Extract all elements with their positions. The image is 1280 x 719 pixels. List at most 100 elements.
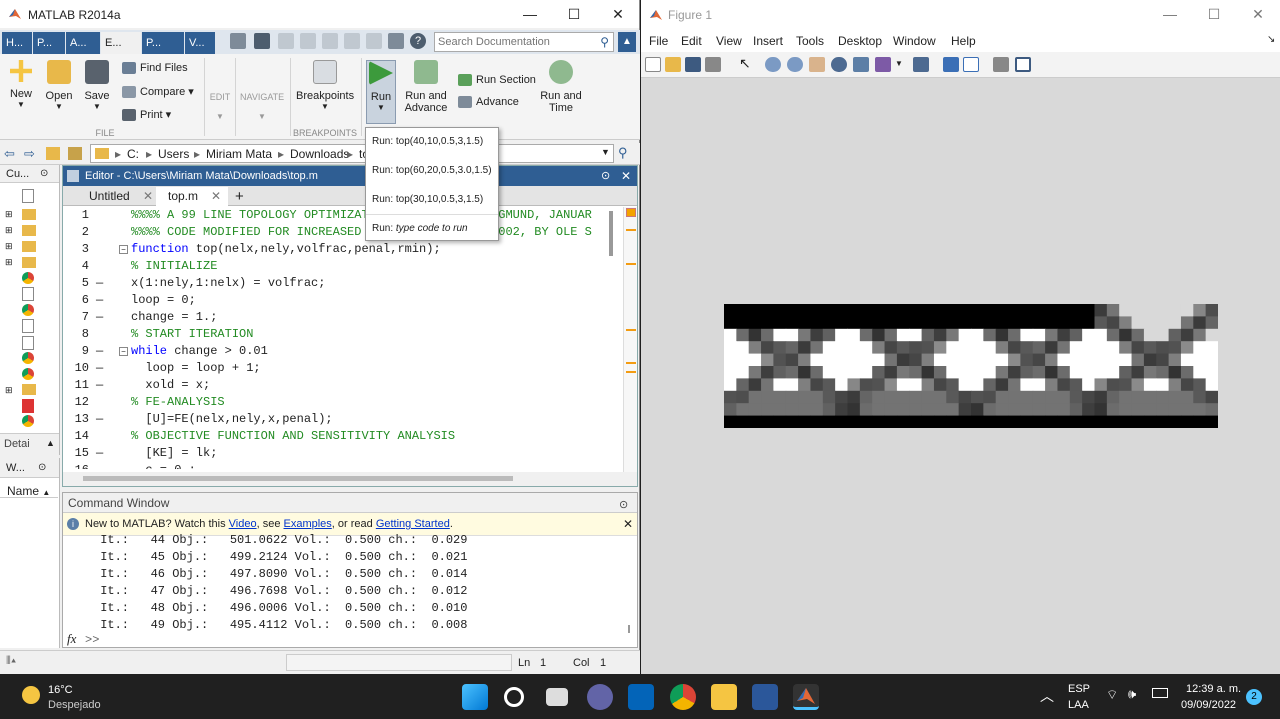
maximize-button[interactable]: ☐ xyxy=(1192,0,1236,28)
pdf-file-icon[interactable] xyxy=(22,399,34,413)
code-line[interactable]: 14 % OBJECTIVE FUNCTION AND SENSITIVITY A… xyxy=(63,429,623,446)
close-button[interactable]: ✕ xyxy=(596,0,640,28)
open-file-icon[interactable] xyxy=(665,57,681,72)
layout-icon[interactable] xyxy=(230,33,246,49)
compare-button[interactable]: Compare ▾ xyxy=(122,85,194,99)
menu-view[interactable]: View xyxy=(716,34,742,48)
tab-editor[interactable]: E... xyxy=(101,32,141,54)
pointer-icon[interactable]: ↖ xyxy=(739,55,751,72)
chrome-file-icon[interactable] xyxy=(22,272,34,284)
breakpoint-marker[interactable]: — xyxy=(96,378,103,392)
weather-temp[interactable]: 16°C xyxy=(48,684,73,696)
warning-marker[interactable] xyxy=(626,229,636,231)
code-fold-icon[interactable]: − xyxy=(119,245,128,254)
breakpoint-marker[interactable]: — xyxy=(96,293,103,307)
breakpoint-marker[interactable]: — xyxy=(96,276,103,290)
wifi-icon[interactable]: ⌔ xyxy=(1106,687,1118,703)
close-tab-icon[interactable]: ✕ xyxy=(211,187,221,206)
menu-window[interactable]: Window xyxy=(893,34,936,48)
help-icon[interactable]: ? xyxy=(410,33,426,49)
navigate-group[interactable]: NAVIGATE ▼ xyxy=(240,92,284,121)
new-button[interactable]: New ▼ xyxy=(6,60,36,109)
run-and-advance-button[interactable]: Run and Advance xyxy=(403,60,449,114)
name-column-header[interactable]: Name ▲ xyxy=(0,480,58,498)
menu-insert[interactable]: Insert xyxy=(753,34,783,48)
clock-date[interactable]: 09/09/2022 xyxy=(1181,699,1236,711)
matlab-taskbar-icon[interactable] xyxy=(793,684,819,710)
tab-plots[interactable]: P... xyxy=(33,32,65,54)
minimize-button[interactable]: — xyxy=(508,0,552,28)
clock-time[interactable]: 12:39 a. m. xyxy=(1186,683,1241,695)
run-menu-item[interactable]: Run: top(30,10,0.5,3,1.5) xyxy=(372,194,483,205)
path-box[interactable]: ▸ C: ▸ Users ▸ Miriam Mata ▸ Downloads ▸… xyxy=(90,144,614,163)
topology-result-image[interactable] xyxy=(724,304,1218,428)
redo-icon[interactable] xyxy=(366,33,382,49)
chrome-file-icon[interactable] xyxy=(22,352,34,364)
run-section-button[interactable]: Run Section xyxy=(458,74,536,87)
expand-icon[interactable]: ▲ xyxy=(46,438,55,448)
code-scrollbar[interactable] xyxy=(609,211,613,256)
edit-group[interactable]: EDIT ▼ xyxy=(208,92,232,121)
insert-legend-icon[interactable] xyxy=(963,57,979,72)
zoom-out-icon[interactable] xyxy=(787,57,803,72)
zoom-in-icon[interactable] xyxy=(765,57,781,72)
search-icon[interactable]: ⚲ xyxy=(600,35,609,49)
language-variant[interactable]: LAA xyxy=(1068,699,1089,711)
hide-plot-tools-icon[interactable] xyxy=(993,57,1009,72)
code-line[interactable]: 12 % FE-ANALYSIS xyxy=(63,395,623,412)
maximize-button[interactable]: ☐ xyxy=(552,0,596,28)
save-figure-icon[interactable] xyxy=(685,57,701,72)
word-icon[interactable] xyxy=(752,684,778,710)
start-icon[interactable] xyxy=(462,684,488,710)
weather-moon-icon[interactable] xyxy=(22,686,40,704)
file-icon[interactable] xyxy=(22,189,34,203)
show-plot-tools-icon[interactable] xyxy=(1015,57,1031,72)
chrome-icon[interactable] xyxy=(670,684,696,710)
code-line[interactable]: 1 %%%% A 99 LINE TOPOLOGY OPTIMIZATION CO… xyxy=(63,208,623,225)
path-segment[interactable]: Users xyxy=(158,147,189,161)
weather-desc[interactable]: Despejado xyxy=(48,699,101,711)
horizontal-scrollbar[interactable] xyxy=(63,472,637,486)
forward-icon[interactable]: ⇨ xyxy=(24,146,35,162)
paste-icon[interactable] xyxy=(322,33,338,49)
command-prompt[interactable]: >> xyxy=(85,633,99,647)
breakpoint-marker[interactable]: — xyxy=(96,361,103,375)
task-view-icon[interactable] xyxy=(546,688,568,706)
file-icon[interactable] xyxy=(22,336,34,350)
chrome-file-icon[interactable] xyxy=(22,304,34,316)
function-browser-icon[interactable]: fx xyxy=(67,631,76,647)
insert-colorbar-icon[interactable] xyxy=(943,57,959,72)
run-menu-item[interactable]: Run: top(40,10,0.5,3,1.5) xyxy=(372,136,483,147)
path-segment[interactable]: Downloads xyxy=(290,147,349,161)
print-figure-icon[interactable] xyxy=(705,57,721,72)
cmd-scrollbar[interactable] xyxy=(628,625,630,633)
open-button[interactable]: Open ▼ xyxy=(44,60,74,111)
search-folder-icon[interactable]: ⚲ xyxy=(618,145,628,161)
menu-tools[interactable]: Tools xyxy=(796,34,824,48)
status-grip-icon[interactable]: ⦀▴ xyxy=(6,655,16,668)
menu-desktop[interactable]: Desktop xyxy=(838,34,882,48)
code-line[interactable]: 16 — c = 0.; xyxy=(63,463,623,469)
run-button[interactable]: Run ▼ xyxy=(366,60,396,124)
browse-folder-icon[interactable] xyxy=(68,147,82,160)
close-banner-icon[interactable]: ✕ xyxy=(623,513,633,536)
folder-icon[interactable] xyxy=(22,257,36,268)
menu-help[interactable]: Help xyxy=(951,34,976,48)
panel-menu-icon[interactable]: ⊙ xyxy=(38,462,46,473)
examples-link[interactable]: Examples xyxy=(284,518,332,530)
undo-icon[interactable] xyxy=(344,33,360,49)
panel-menu-icon[interactable]: ⊙ xyxy=(601,166,610,186)
zip-folder-icon[interactable] xyxy=(22,384,36,395)
menu-edit[interactable]: Edit xyxy=(681,34,702,48)
back-icon[interactable]: ⇦ xyxy=(4,146,15,162)
copy-icon[interactable] xyxy=(300,33,316,49)
folder-icon[interactable] xyxy=(22,209,36,220)
run-and-time-button[interactable]: Run and Time xyxy=(538,60,584,114)
search-icon[interactable] xyxy=(504,687,524,707)
breakpoint-marker[interactable]: — xyxy=(96,310,103,324)
warning-marker[interactable] xyxy=(626,362,636,364)
save-icon[interactable] xyxy=(254,33,270,49)
code-area[interactable]: 1 %%%% A 99 LINE TOPOLOGY OPTIMIZATION CO… xyxy=(63,207,623,469)
notification-badge[interactable]: 2 xyxy=(1246,689,1262,705)
tab-view[interactable]: V... xyxy=(185,32,215,54)
